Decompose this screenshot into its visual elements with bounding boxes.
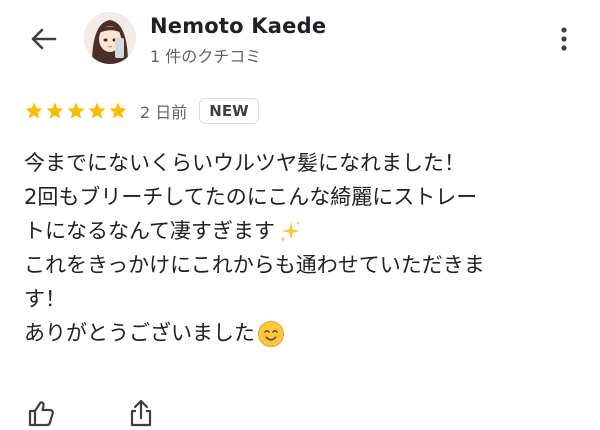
review-line: 2回もブリーチしてたのにこんな綺麗にストレー <box>24 185 478 209</box>
review-screen: Nemoto Kaede 1 件のクチコミ 2 日前 NEW 今までにないくらい… <box>0 0 600 430</box>
review-line: す！ <box>24 287 66 311</box>
share-icon <box>130 399 152 427</box>
star-icon <box>109 102 127 119</box>
review-actions <box>24 396 158 430</box>
smiling-face-emoji <box>258 321 284 347</box>
review-line-text: トになるなんて凄すぎます <box>24 219 275 243</box>
back-button[interactable] <box>26 22 60 56</box>
author-review-count: 1 件のクチコミ <box>150 47 262 66</box>
star-icon <box>25 102 43 119</box>
star-icon <box>67 102 85 119</box>
new-badge: NEW <box>199 98 259 124</box>
sparkles-emoji <box>279 221 301 242</box>
review-date: 2 日前 <box>140 103 188 122</box>
star-rating <box>24 101 128 121</box>
share-button[interactable] <box>124 396 158 430</box>
review-line: トになるなんて凄すぎます <box>24 214 584 248</box>
more-vertical-icon <box>561 27 567 51</box>
more-options-button[interactable] <box>550 22 578 56</box>
arrow-left-icon <box>31 28 57 50</box>
review-line-text: ありがとうございました <box>24 321 255 345</box>
thumbs-up-icon <box>28 401 54 427</box>
star-icon <box>88 102 106 119</box>
review-text: 今までにないくらいウルツヤ髪になれました！ 2回もブリーチしてたのにこんな綺麗に… <box>24 146 584 350</box>
rating-row: 2 日前 NEW <box>24 96 259 126</box>
avatar[interactable] <box>84 12 136 64</box>
review-line: 今までにないくらいウルツヤ髪になれました！ <box>24 151 465 175</box>
star-icon <box>46 102 64 119</box>
like-button[interactable] <box>24 396 58 430</box>
review-line: ありがとうございました <box>24 316 584 350</box>
author-name[interactable]: Nemoto Kaede <box>150 14 326 38</box>
review-line: これをきっかけにこれからも通わせていただきま <box>24 253 485 277</box>
